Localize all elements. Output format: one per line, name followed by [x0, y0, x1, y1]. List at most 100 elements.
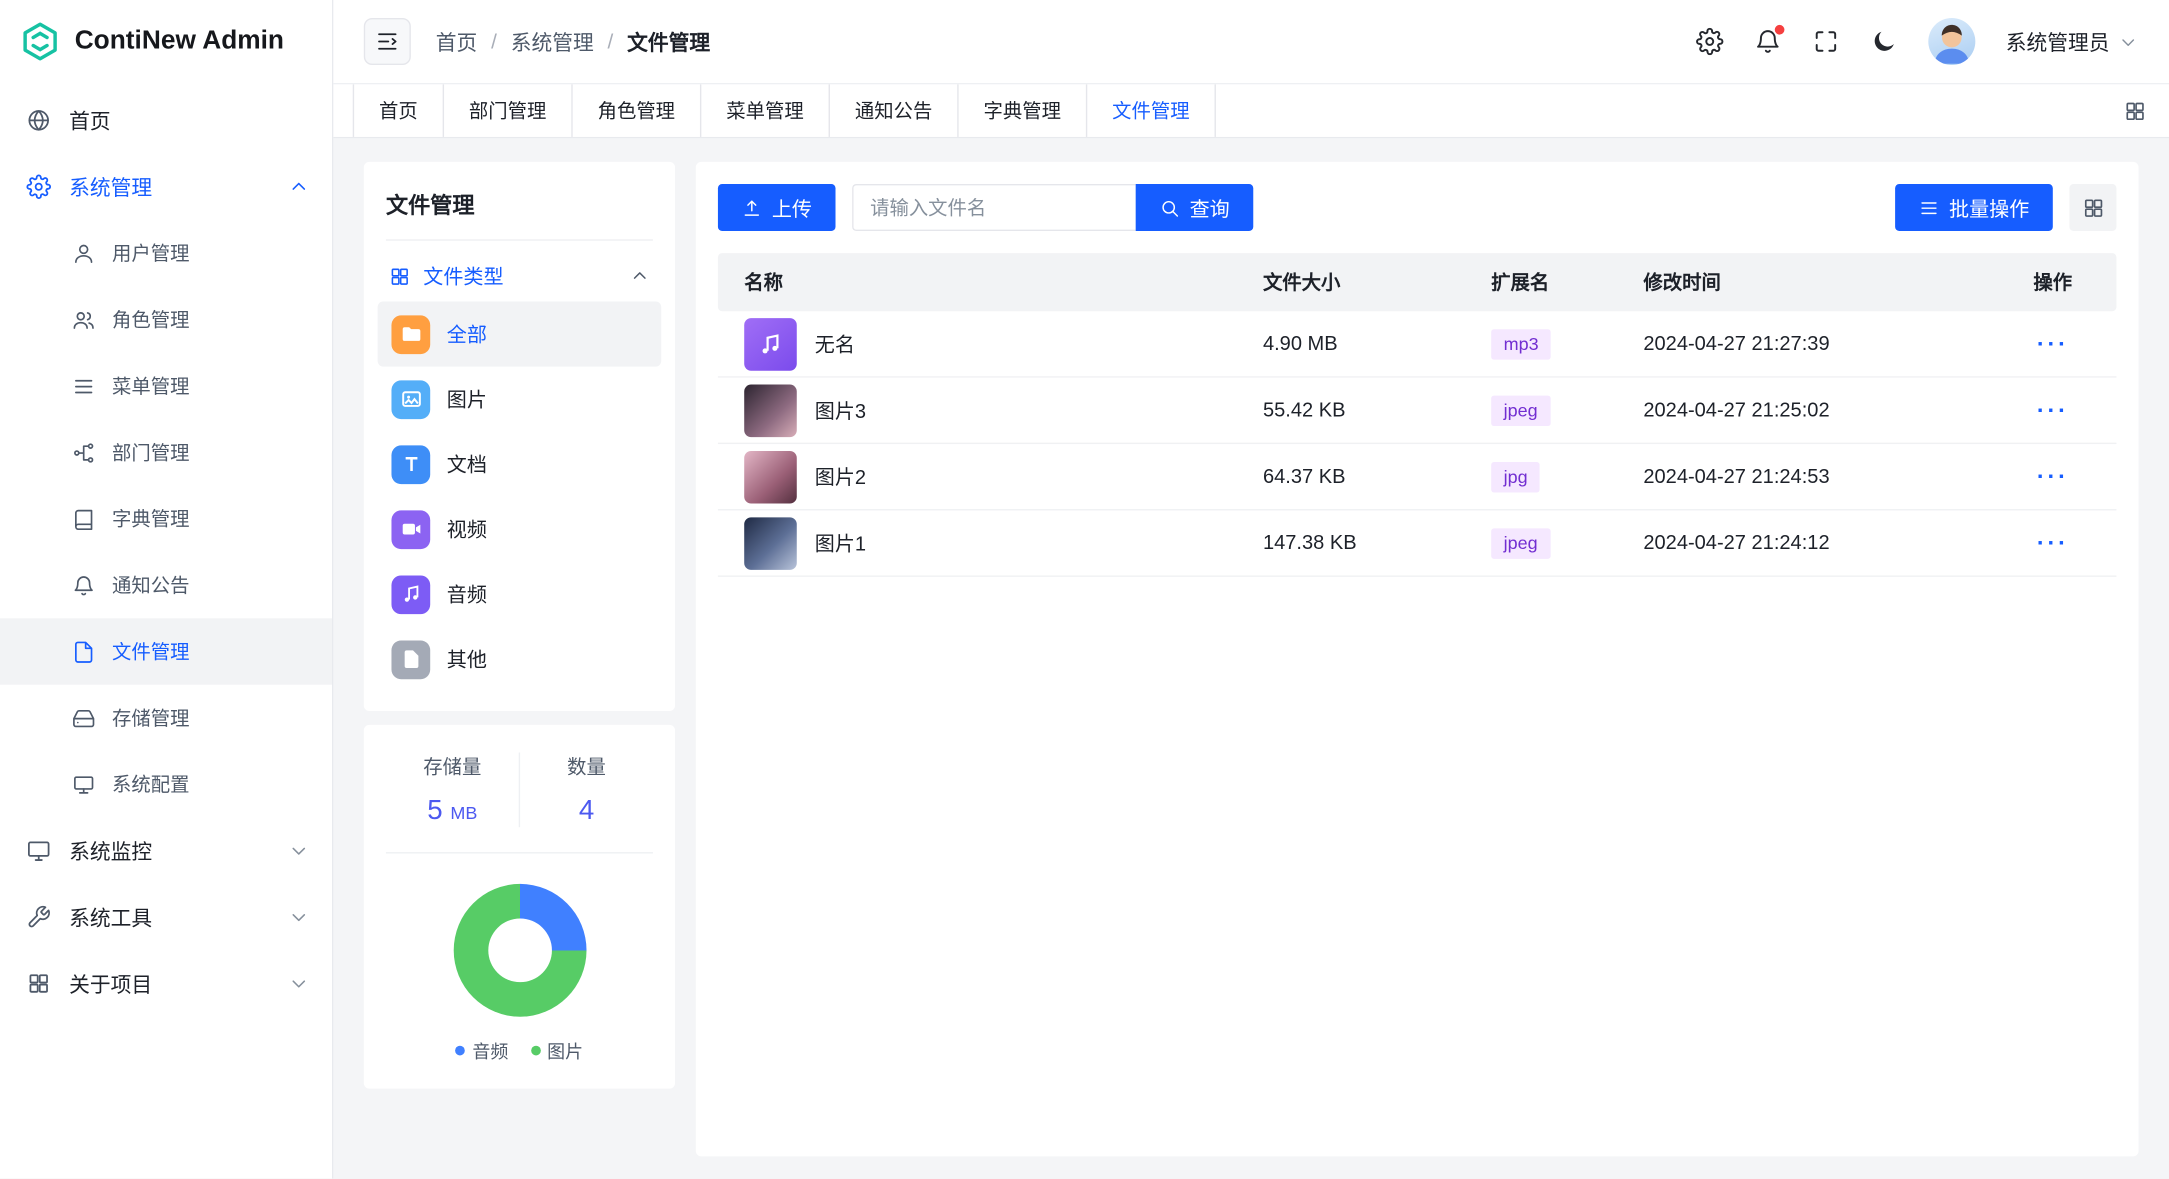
batch-operations-button[interactable]: 批量操作: [1895, 184, 2053, 231]
tab-role[interactable]: 角色管理: [573, 84, 702, 137]
avatar-image: [1928, 18, 1975, 65]
row-actions-button[interactable]: ···: [2037, 529, 2069, 555]
chevron-down-icon: [288, 906, 310, 928]
storage-stat: 存储量 5 MB: [386, 753, 519, 828]
upload-button[interactable]: 上传: [718, 184, 836, 231]
file-type-label: 音频: [447, 580, 487, 609]
table-row[interactable]: 图片3 55.42 KB jpeg 2024-04-27 21:25:02 ··…: [718, 378, 2117, 444]
row-actions-button[interactable]: ···: [2037, 396, 2069, 422]
video-icon: [391, 510, 430, 549]
file-types-card: 文件管理 文件类型 全部 图片: [364, 162, 675, 711]
app-logo[interactable]: ContiNew Admin: [0, 0, 332, 83]
tab-department[interactable]: 部门管理: [444, 84, 573, 137]
chart-legend: 音频 图片: [386, 1037, 653, 1063]
sidebar-item-home[interactable]: 首页: [0, 87, 332, 153]
file-type-document[interactable]: 文档: [378, 432, 662, 497]
row-actions-button[interactable]: ···: [2037, 463, 2069, 489]
tab-dictionary[interactable]: 字典管理: [959, 84, 1088, 137]
row-actions-button[interactable]: ···: [2037, 330, 2069, 356]
sidebar-item-file-management[interactable]: 文件管理: [0, 618, 332, 684]
filename-search-input[interactable]: [852, 184, 1136, 231]
sidebar-item-notice[interactable]: 通知公告: [0, 552, 332, 618]
file-type-label: 视频: [447, 515, 487, 544]
list-icon: [1919, 197, 1940, 218]
ext-badge: mp3: [1491, 329, 1551, 359]
tab-menu[interactable]: 菜单管理: [701, 84, 830, 137]
chevron-down-icon: [2118, 31, 2139, 52]
sidebar-item-department-management[interactable]: 部门管理: [0, 419, 332, 485]
file-type-video[interactable]: 视频: [378, 497, 662, 562]
avatar[interactable]: [1928, 18, 1975, 65]
file-icon: [72, 640, 96, 664]
query-button[interactable]: 查询: [1136, 184, 1254, 231]
text-icon: [391, 445, 430, 484]
file-type-audio[interactable]: 音频: [378, 562, 662, 627]
file-type-all[interactable]: 全部: [378, 302, 662, 367]
table-row[interactable]: 无名 4.90 MB mp3 2024-04-27 21:27:39 ···: [718, 311, 2117, 377]
file-time: 2024-04-27 21:25:02: [1643, 399, 1989, 421]
tab-notice[interactable]: 通知公告: [830, 84, 959, 137]
sidebar-collapse-button[interactable]: [364, 18, 411, 65]
file-type-section-toggle[interactable]: 文件类型: [386, 241, 653, 302]
search-group: 查询: [852, 184, 1253, 231]
file-type-other[interactable]: 其他: [378, 627, 662, 692]
breadcrumb-separator: /: [608, 30, 614, 54]
table-row[interactable]: 图片1 147.38 KB jpeg 2024-04-27 21:24:12 ·…: [718, 510, 2117, 576]
chevron-up-icon: [288, 176, 310, 198]
app-title: ContiNew Admin: [75, 26, 284, 56]
tab-list-button[interactable]: [2123, 84, 2169, 137]
sidebar-item-dictionary-management[interactable]: 字典管理: [0, 486, 332, 552]
tab-label: 部门管理: [469, 97, 546, 125]
sidebar-item-system-tools[interactable]: 系统工具: [0, 884, 332, 950]
column-header-name: 名称: [718, 268, 1263, 296]
sidebar-item-about-project[interactable]: 关于项目: [0, 950, 332, 1016]
breadcrumb-item[interactable]: 首页: [436, 27, 478, 56]
fullscreen-button[interactable]: [1812, 28, 1840, 56]
tab-label: 角色管理: [598, 97, 675, 125]
tab-label: 通知公告: [855, 97, 932, 125]
file-type-label: 图片: [447, 385, 487, 414]
sidebar-item-system-management[interactable]: 系统管理: [0, 154, 332, 220]
monitor-icon: [26, 838, 51, 863]
sidebar-item-label: 菜单管理: [112, 372, 189, 400]
grid-view-button[interactable]: [2069, 184, 2116, 231]
file-toolbar: 上传 查询 批量操作: [718, 184, 2117, 231]
notifications-button[interactable]: [1754, 28, 1782, 56]
legend-label: 音频: [472, 1037, 508, 1063]
book-icon: [72, 507, 96, 531]
table-header: 名称 文件大小 扩展名 修改时间 操作: [718, 253, 2117, 311]
sidebar-item-user-management[interactable]: 用户管理: [0, 220, 332, 286]
sidebar-item-menu-management[interactable]: 菜单管理: [0, 353, 332, 419]
list-icon: [72, 374, 96, 398]
tab-label: 字典管理: [984, 97, 1061, 125]
breadcrumb-item-current: 文件管理: [627, 27, 710, 56]
sidebar-group-label: 系统管理: [69, 172, 270, 201]
column-header-time: 修改时间: [1643, 268, 1989, 296]
user-name: 系统管理员: [2006, 27, 2110, 56]
user-menu[interactable]: 系统管理员: [2006, 27, 2139, 56]
sidebar-item-system-config[interactable]: 系统配置: [0, 751, 332, 817]
gear-icon: [1696, 28, 1724, 56]
ext-badge: jpg: [1491, 461, 1540, 491]
tab-file-management[interactable]: 文件管理: [1087, 84, 1216, 137]
breadcrumb-item[interactable]: 系统管理: [511, 27, 594, 56]
file-type-label: 文档: [447, 450, 487, 479]
tab-home[interactable]: 首页: [353, 84, 444, 137]
sidebar-item-role-management[interactable]: 角色管理: [0, 286, 332, 352]
sidebar-item-label: 角色管理: [112, 306, 189, 334]
file-type-image[interactable]: 图片: [378, 367, 662, 432]
sidebar-nav: 首页 系统管理 用户管理 角色管理 菜单管理 部门管理: [0, 83, 332, 1179]
tab-bar: 首页 部门管理 角色管理 菜单管理 通知公告 字典管理 文件管理: [333, 84, 2169, 138]
sidebar-item-label: 文件管理: [112, 638, 189, 666]
grid-icon: [26, 971, 51, 996]
storage-stats-card: 存储量 5 MB 数量 4 音频: [364, 725, 675, 1089]
chevron-up-icon: [629, 266, 650, 287]
sidebar-item-system-monitor[interactable]: 系统监控: [0, 818, 332, 884]
desktop-icon: [72, 773, 96, 797]
dark-mode-toggle[interactable]: [1870, 28, 1898, 56]
sidebar-item-storage-management[interactable]: 存储管理: [0, 685, 332, 751]
table-row[interactable]: 图片2 64.37 KB jpg 2024-04-27 21:24:53 ···: [718, 444, 2117, 510]
sidebar-item-label: 首页: [69, 106, 310, 135]
settings-button[interactable]: [1696, 28, 1724, 56]
file-type-panel: 文件管理 文件类型 全部 图片: [364, 162, 675, 1157]
